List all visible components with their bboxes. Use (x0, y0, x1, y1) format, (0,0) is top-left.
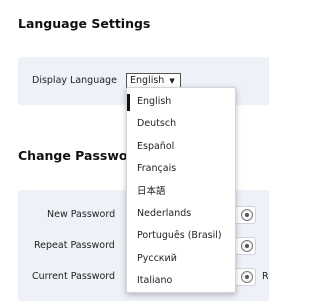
language-option-francais[interactable]: Français (127, 158, 235, 180)
language-option-portugues[interactable]: Português (Brasil) (127, 225, 235, 247)
chevron-down-icon: ▼ (169, 77, 175, 85)
current-password-label: Current Password (32, 271, 116, 282)
trailing-label: R (262, 271, 269, 282)
language-option-japanese[interactable]: 日本語 (127, 181, 235, 203)
repeat-password-label: Repeat Password (34, 240, 115, 251)
eye-icon[interactable] (241, 209, 253, 221)
language-settings-title: Language Settings (18, 16, 151, 31)
settings-page: Language Settings Display Language Engli… (0, 0, 269, 301)
new-password-label: New Password (47, 209, 116, 220)
change-password-title: Change Passwo (18, 148, 128, 163)
display-language-select[interactable]: English ▼ (126, 73, 181, 88)
display-language-label: Display Language (32, 75, 117, 86)
language-option-deutsch[interactable]: Deutsch (127, 113, 235, 135)
display-language-value: English (130, 75, 165, 86)
eye-icon[interactable] (241, 240, 253, 252)
language-option-nederlands[interactable]: Nederlands (127, 203, 235, 225)
language-option-english[interactable]: English (127, 91, 235, 113)
language-option-italiano[interactable]: Italiano (127, 270, 235, 292)
language-option-espanol[interactable]: Español (127, 136, 235, 158)
eye-icon[interactable] (241, 271, 253, 283)
language-dropdown-list: English Deutsch Español Français 日本語 Ned… (126, 87, 236, 293)
language-option-russian[interactable]: Русский (127, 248, 235, 270)
